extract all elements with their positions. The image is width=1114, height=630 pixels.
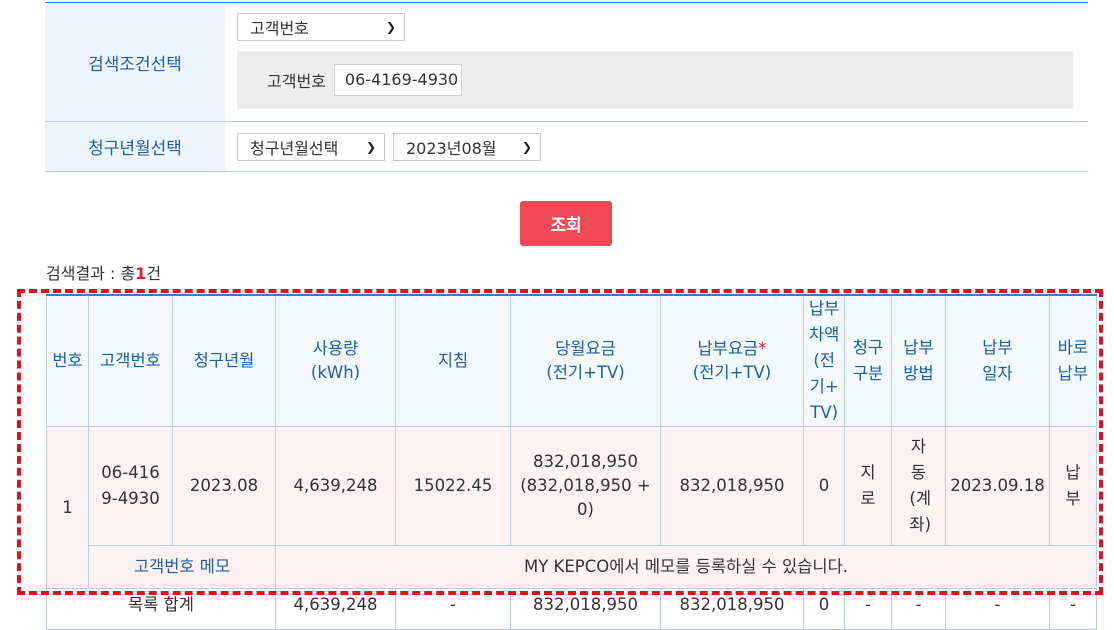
cell-reading: 15022.45 — [395, 426, 511, 546]
total-row: 목록 합계 4,639,248 - 832,018,950 832,018,95… — [46, 588, 1097, 630]
th-customer-no: 고객번호 — [88, 294, 173, 427]
th-diff: 납부차액(전기+TV) — [803, 294, 845, 427]
result-count: 1 — [135, 264, 147, 283]
th-monthly-fee: 당월요금 (전기+TV) — [510, 294, 661, 427]
th-claim-type: 청구구분 — [844, 294, 892, 427]
table-row: 1 06-4169-4930 2023.08 4,639,248 15022.4… — [46, 426, 1097, 589]
search-form: 검색조건선택 고객번호 ❯ 고객번호 06-4169-4930 청구년월선택 청… — [45, 2, 1088, 172]
search-condition-row: 검색조건선택 고객번호 ❯ 고객번호 06-4169-4930 — [45, 2, 1088, 122]
th-usage: 사용량 (kWh) — [275, 294, 396, 427]
cell-diff: 0 — [803, 426, 845, 546]
total-diff: 0 — [803, 588, 845, 630]
table-header-row: 번호 고객번호 청구년월 사용량 (kWh) 지침 당월요금 (전기+TV) 납부요… — [46, 294, 1097, 427]
cell-paid-fee: 832,018,950 — [660, 426, 804, 546]
total-monthly-fee: 832,018,950 — [510, 588, 661, 630]
total-pay-method: - — [891, 588, 946, 630]
chevron-down-icon: ❯ — [521, 139, 532, 154]
chevron-down-icon: ❯ — [365, 139, 376, 154]
total-label: 목록 합계 — [46, 588, 276, 630]
cell-pay-method: 자동(계좌) — [891, 426, 946, 546]
condition-type-select[interactable]: 고객번호 ❯ — [237, 13, 405, 41]
cell-claim-type: 지로 — [844, 426, 892, 546]
memo-row: 고객번호 메모 MY KEPCO에서 메모를 등록하실 수 있습니다. — [47, 545, 1097, 589]
result-summary: 검색결과 : 총1건 — [46, 264, 162, 283]
result-table-wrap: 번호 고객번호 청구년월 사용량 (kWh) 지침 당월요금 (전기+TV) 납부요… — [46, 294, 1097, 630]
cell-no: 1 — [46, 426, 89, 589]
th-billing-ym: 청구년월 — [172, 294, 276, 427]
cell-billing-ym: 2023.08 — [172, 426, 276, 546]
result-table: 번호 고객번호 청구년월 사용량 (kWh) 지침 당월요금 (전기+TV) 납부요… — [46, 294, 1097, 630]
total-claim-type: - — [844, 588, 892, 630]
memo-text: MY KEPCO에서 메모를 등록하실 수 있습니다. — [275, 545, 1097, 589]
th-pay-method: 납부방법 — [891, 294, 946, 427]
customer-no-box: 고객번호 06-4169-4930 — [237, 51, 1073, 109]
cell-pay-date: 2023.09.18 — [945, 426, 1050, 546]
search-condition-label: 검색조건선택 — [45, 3, 225, 121]
total-paid-fee: 832,018,950 — [660, 588, 804, 630]
total-pay-date: - — [945, 588, 1050, 630]
billing-ym-row: 청구년월선택 청구년월선택 ❯ 2023년08월 ❯ — [45, 122, 1088, 172]
search-button[interactable]: 조회 — [520, 201, 612, 246]
cell-customer-no: 06-4169-4930 — [88, 426, 173, 546]
th-no: 번호 — [46, 294, 89, 427]
th-pay-date: 납부일자 — [945, 294, 1050, 427]
cell-usage: 4,639,248 — [275, 426, 396, 546]
billing-ym-type-select[interactable]: 청구년월선택 ❯ — [237, 132, 385, 161]
total-pay-now: - — [1049, 588, 1097, 630]
cell-pay-now[interactable]: 납부 — [1049, 426, 1097, 546]
th-reading: 지침 — [395, 294, 511, 427]
billing-ym-select[interactable]: 2023년08월 ❯ — [393, 132, 541, 161]
total-reading: - — [395, 588, 511, 630]
total-usage: 4,639,248 — [275, 588, 396, 630]
th-paid-fee: 납부요금* (전기+TV) — [660, 294, 804, 427]
th-pay-now: 바로납부 — [1049, 294, 1097, 427]
cell-monthly-fee: 832,018,950 (832,018,950 + 0) — [510, 426, 661, 546]
pay-now-link[interactable]: 납부 — [1064, 460, 1082, 512]
billing-ym-label: 청구년월선택 — [45, 122, 225, 171]
customer-no-input[interactable]: 06-4169-4930 — [333, 64, 462, 96]
chevron-down-icon: ❯ — [385, 20, 396, 34]
memo-label: 고객번호 메모 — [88, 545, 276, 589]
customer-no-label: 고객번호 — [267, 72, 326, 91]
